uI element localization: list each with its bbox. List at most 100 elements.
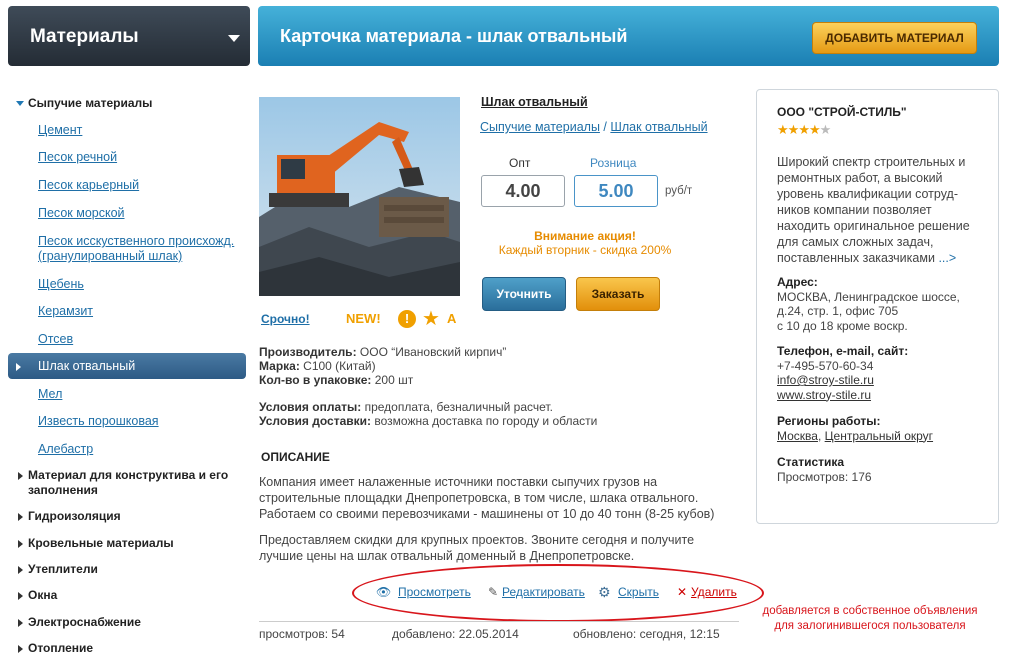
collapsed-arrow-icon <box>18 540 23 548</box>
price-unit: руб/т <box>665 185 693 197</box>
manufacturer-label: Производитель: <box>259 345 357 359</box>
pack-value: 200 шт <box>371 373 414 387</box>
sidebar-item-screenings[interactable]: Отсев <box>8 332 73 347</box>
sidebar-item-lime[interactable]: Известь порошковая <box>8 414 159 429</box>
pencil-icon: ✎ <box>488 585 499 599</box>
pack-row: Кол-во в упаковке: 200 шт <box>259 373 413 387</box>
email-link[interactable]: info@stroy-stile.ru <box>777 373 874 387</box>
breadcrumb-separator: / <box>603 120 607 134</box>
breadcrumb-current[interactable]: Шлак отвальный <box>610 120 707 134</box>
sidebar-category-insulation[interactable]: Утеплители <box>8 562 98 576</box>
add-material-button[interactable]: ДОБАВИТЬ МАТЕРИАЛ <box>812 22 977 54</box>
brand-row: Марка: С100 (Китай) <box>259 359 376 373</box>
address-value: МОСКВА, Ленинградское шоссе, д.24, стр. … <box>777 289 960 319</box>
stats-value: Просмотров: 176 <box>777 469 872 484</box>
sidebar-item-cement[interactable]: Цемент <box>8 123 82 138</box>
section-title: Материалы <box>30 26 139 47</box>
sidebar-item-artificial-sand-line2[interactable]: (гранулированный шлак) <box>8 249 182 264</box>
eye-icon: 👁 <box>376 585 392 599</box>
description-paragraph-1: Компания имеет налаженные источники пост… <box>259 475 715 521</box>
warning-icon: ! <box>398 310 416 328</box>
divider <box>259 621 739 622</box>
address-label: Адрес: <box>777 275 818 289</box>
clarify-button[interactable]: Уточнить <box>482 277 566 311</box>
wholesale-price: 4.00 <box>481 175 565 207</box>
breadcrumb: Сыпучие материалы / Шлак отвальный <box>480 120 708 134</box>
product-photo[interactable] <box>259 97 460 296</box>
collapsed-arrow-icon <box>18 472 23 480</box>
star-icon: ★ <box>798 122 810 137</box>
promo-title: Внимание акция! <box>534 229 636 243</box>
collapsed-arrow-icon <box>18 592 23 600</box>
contacts-section: Телефон, e-mail, сайт: +7-495-570-60-34 … <box>777 344 987 402</box>
delivery-label: Условия доставки: <box>259 414 372 428</box>
seller-card: ООО "СТРОЙ-СТИЛЬ" ★★★★★ Широкий спектр с… <box>756 89 999 524</box>
description-paragraph-2: Предоставляем скидки для крупных проекто… <box>259 533 695 563</box>
product-title[interactable]: Шлак отвальный <box>481 95 588 109</box>
sidebar-item-chalk[interactable]: Мел <box>8 387 62 402</box>
delivery-value: возможна доставка по городу и области <box>371 414 598 428</box>
pack-label: Кол-во в упаковке: <box>259 373 372 387</box>
a-badge: A <box>447 311 457 326</box>
sidebar-item-expanded-clay[interactable]: Керамзит <box>8 304 93 319</box>
order-button[interactable]: Заказать <box>576 277 660 311</box>
brand-value: С100 (Китай) <box>299 359 376 373</box>
hide-link[interactable]: Скрыть <box>618 585 659 599</box>
sidebar-category-heating[interactable]: Отопление <box>8 641 93 655</box>
edit-link[interactable]: Редактировать <box>502 585 585 599</box>
star-icon: ★ <box>422 308 440 330</box>
sidebar-category-electricity[interactable]: Электроснабжение <box>8 615 141 629</box>
region-link-moscow[interactable]: Москва <box>777 429 818 443</box>
active-arrow-icon <box>16 363 21 371</box>
annotation-note: добавляется в собственное объявления для… <box>762 605 978 632</box>
urgent-link[interactable]: Срочно! <box>261 312 310 326</box>
star-icon: ★ <box>787 122 800 137</box>
sidebar-category-roofing[interactable]: Кровельные материалы <box>8 536 174 550</box>
views-count: просмотров: 54 <box>259 627 345 641</box>
phone: +7-495-570-60-34 <box>777 358 874 373</box>
sidebar-category-waterproofing[interactable]: Гидроизоляция <box>8 509 121 523</box>
company-name[interactable]: ООО "СТРОЙ-СТИЛЬ" <box>777 105 907 119</box>
site-link[interactable]: www.stroy-stile.ru <box>777 388 871 402</box>
brand-label: Марка: <box>259 359 300 373</box>
close-icon: ✕ <box>677 585 688 599</box>
sidebar-item-sea-sand[interactable]: Песок морской <box>8 206 125 221</box>
wholesale-label: Опт <box>509 156 531 170</box>
delivery-row: Условия доставки: возможна доставка по г… <box>259 414 597 428</box>
region-link-central[interactable]: Центральный округ <box>825 429 933 443</box>
sidebar-category-windows[interactable]: Окна <box>8 588 57 602</box>
sidebar-item-river-sand[interactable]: Песок речной <box>8 150 117 165</box>
expand-arrow-icon <box>16 101 24 106</box>
sidebar-item-quarry-sand[interactable]: Песок карьерный <box>8 178 139 193</box>
sidebar-category-bulk[interactable]: Сыпучие материалы <box>8 96 152 110</box>
page-header: Карточка материала - шлак отвальный ДОБА… <box>258 6 999 66</box>
sidebar-item-alabaster[interactable]: Алебастр <box>8 442 93 457</box>
view-link[interactable]: Просмотреть <box>398 585 471 599</box>
breadcrumb-parent[interactable]: Сыпучие материалы <box>480 120 600 134</box>
rating-stars: ★★★★★ <box>777 122 832 138</box>
promo-text: Каждый вторник - скидка 200% <box>498 243 672 257</box>
regions-section: Регионы работы: Москва, Центральный окру… <box>777 414 987 443</box>
star-icon: ★ <box>777 122 789 137</box>
sidebar-item-crushed-stone[interactable]: Щебень <box>8 277 84 292</box>
new-badge: NEW! <box>346 311 381 326</box>
sidebar-item-artificial-sand[interactable]: Песок исскуственного происхожд. <box>8 234 234 249</box>
manufacturer-value: ООО “Ивановский кирпич” <box>356 345 507 359</box>
address-section: Адрес: МОСКВА, Ленинградское шоссе, д.24… <box>777 275 987 333</box>
manufacturer-row: Производитель: ООО “Ивановский кирпич” <box>259 345 506 359</box>
more-link[interactable]: ...> <box>938 251 956 265</box>
chevron-down-icon <box>228 35 240 42</box>
section-dropdown[interactable]: Материалы <box>8 6 250 66</box>
sidebar-category-construction[interactable]: Материал для конструктива и его заполнен… <box>8 468 228 498</box>
description-heading: ОПИСАНИЕ <box>261 450 330 464</box>
star-icon: ★ <box>808 122 821 137</box>
added-date: добавлено: 22.05.2014 <box>392 627 519 641</box>
updated-date: обновлено: сегодня, 12:15 <box>573 627 720 641</box>
sidebar-item-slag[interactable]: Шлак отвальный <box>8 353 246 379</box>
stats-label: Статистика <box>777 455 845 469</box>
retail-label: Розница <box>590 156 637 170</box>
payment-row: Условия оплаты: предоплата, безналичный … <box>259 400 553 414</box>
star-empty-icon: ★ <box>819 122 832 137</box>
stats-section: Статистика Просмотров: 176 <box>777 455 987 484</box>
delete-link[interactable]: Удалить <box>691 585 737 599</box>
